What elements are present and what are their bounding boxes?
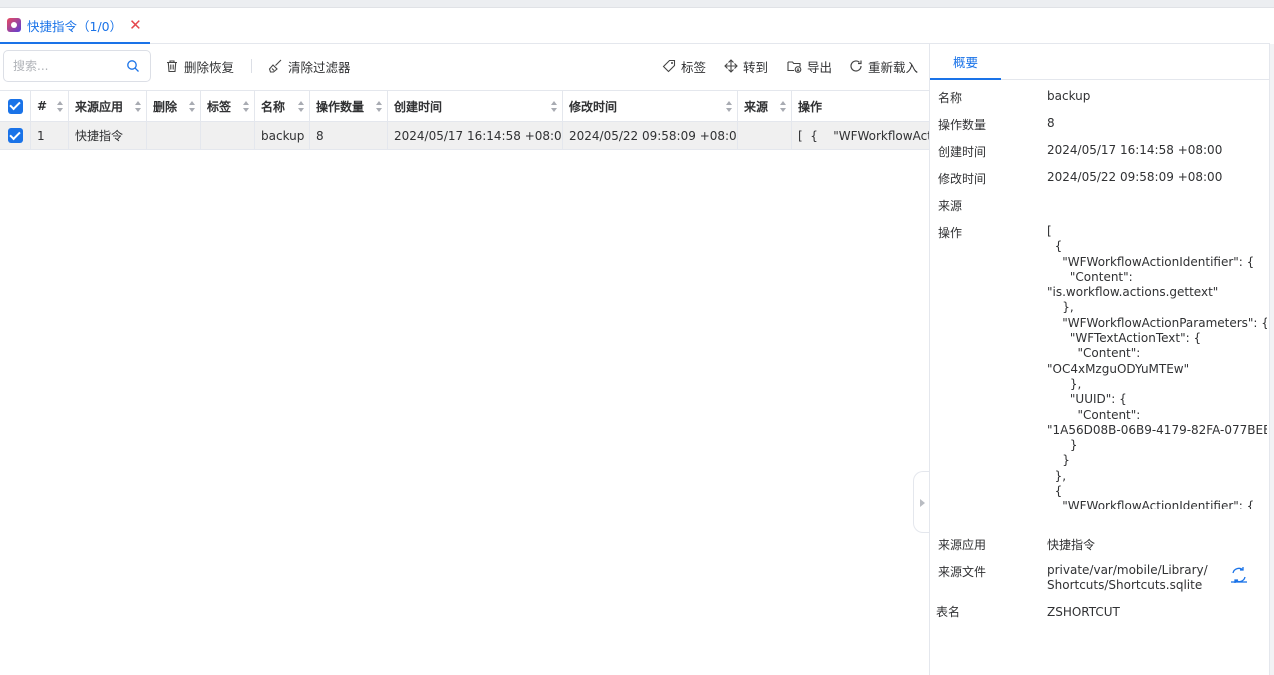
close-icon[interactable]: ✕ (129, 17, 142, 33)
toolbar: 删除恢复 清除过滤器 标签 转到 导出 重新载入 (0, 44, 930, 90)
cell-source-app: 快捷指令 (69, 122, 147, 149)
cell-tag (201, 122, 255, 149)
column-header-source[interactable]: 来源 (738, 91, 792, 121)
export-button[interactable]: 导出 (787, 55, 832, 77)
column-header-action-count[interactable]: 操作数量 (310, 91, 388, 121)
open-file-icon[interactable] (1229, 565, 1249, 585)
tag-label: 标签 (681, 59, 707, 75)
cell-modified: 2024/05/22 09:58:09 +08:00 (563, 122, 738, 149)
checkbox-checked-icon (7, 128, 23, 143)
sort-icon[interactable] (298, 101, 304, 113)
reload-button[interactable]: 重新载入 (849, 55, 918, 77)
refresh-icon (850, 60, 862, 72)
checkbox-checked-icon (7, 98, 23, 114)
table-header-row: # 来源应用 删除 标签 名称 操作数量 创建时间 修改时间 来源 操作 (0, 90, 930, 122)
source-file-path-line1: private/var/mobile/Library/ (1047, 563, 1208, 577)
source-file-path-line2: Shortcuts/Shortcuts.sqlite (1047, 578, 1203, 592)
reload-label: 重新载入 (868, 59, 919, 75)
clear-filter-button[interactable]: 清除过滤器 (268, 55, 351, 77)
tab-label: 快捷指令（1/0） (27, 18, 123, 34)
tab-summary[interactable]: 概要 (930, 44, 1001, 80)
column-header-modified[interactable]: 修改时间 (563, 91, 738, 121)
export-label: 导出 (807, 59, 833, 75)
search-box[interactable] (3, 50, 151, 82)
prop-actions: 操作[ { "WFWorkflowActionIdentifier": { "C… (938, 224, 1267, 509)
tag-icon (662, 59, 676, 73)
trash-icon (167, 60, 177, 73)
column-header-created[interactable]: 创建时间 (388, 91, 563, 121)
shortcuts-app-icon (7, 18, 21, 32)
sort-icon[interactable] (135, 101, 141, 113)
prop-source-file: 来源文件 private/var/mobile/Library/Shortcut… (938, 563, 1263, 595)
tab-bar: 快捷指令（1/0） ✕ (0, 8, 1270, 44)
window-top-strip (0, 0, 1274, 8)
column-header-index[interactable]: # (31, 91, 69, 121)
collapse-panel-handle[interactable] (913, 471, 930, 533)
search-input[interactable] (4, 51, 114, 81)
actions-json-text: [ { "WFWorkflowActionIdentifier": { "Con… (1047, 224, 1267, 509)
cell-actions: [ { "WFWorkflowActionIdentifier": { (798, 128, 930, 143)
goto-label: 转到 (743, 59, 769, 75)
goto-icon (724, 59, 738, 73)
cell-deleted (147, 122, 201, 149)
cell-index: 1 (31, 122, 69, 149)
cell-source (738, 122, 792, 149)
cell-action-count: 8 (310, 122, 388, 149)
sort-icon[interactable] (189, 101, 195, 113)
cell-created: 2024/05/17 16:14:58 +08:00 (388, 122, 563, 149)
sort-icon[interactable] (726, 101, 732, 113)
cell-name: backup (255, 122, 310, 149)
sort-icon[interactable] (376, 101, 382, 113)
delete-restore-button[interactable]: 删除恢复 (165, 55, 234, 77)
sort-icon[interactable] (243, 101, 249, 113)
broom-icon (268, 59, 282, 73)
search-icon[interactable] (126, 59, 140, 73)
sort-icon[interactable] (780, 101, 786, 113)
sort-icon[interactable] (551, 101, 557, 113)
detail-panel: 概要 名称 backup 操作数量 8 创建时间 2024/05/17 16:14:5… (929, 44, 1270, 675)
select-all-checkbox[interactable] (0, 91, 31, 121)
vertical-scrollbar[interactable] (1269, 44, 1274, 675)
clear-filter-label: 清除过滤器 (288, 59, 351, 75)
delete-restore-label: 删除恢复 (184, 59, 235, 75)
tab-shortcuts[interactable]: 快捷指令（1/0） ✕ (0, 8, 150, 44)
column-header-source-app[interactable]: 来源应用 (69, 91, 147, 121)
column-header-tag[interactable]: 标签 (201, 91, 255, 121)
export-folder-icon (787, 61, 802, 73)
tag-button[interactable]: 标签 (662, 55, 706, 77)
sort-icon[interactable] (57, 101, 63, 113)
column-header-deleted[interactable]: 删除 (147, 91, 201, 121)
toolbar-divider (251, 59, 252, 73)
row-checkbox[interactable] (0, 122, 31, 149)
detail-tabs: 概要 (930, 44, 1270, 80)
table-row[interactable]: 1 快捷指令 backup 8 2024/05/17 16:14:58 +08:… (0, 122, 930, 150)
goto-button[interactable]: 转到 (724, 55, 768, 77)
column-header-actions[interactable]: 操作 (792, 91, 930, 121)
column-header-name[interactable]: 名称 (255, 91, 310, 121)
data-table: # 来源应用 删除 标签 名称 操作数量 创建时间 修改时间 来源 操作 1 快… (0, 90, 930, 150)
